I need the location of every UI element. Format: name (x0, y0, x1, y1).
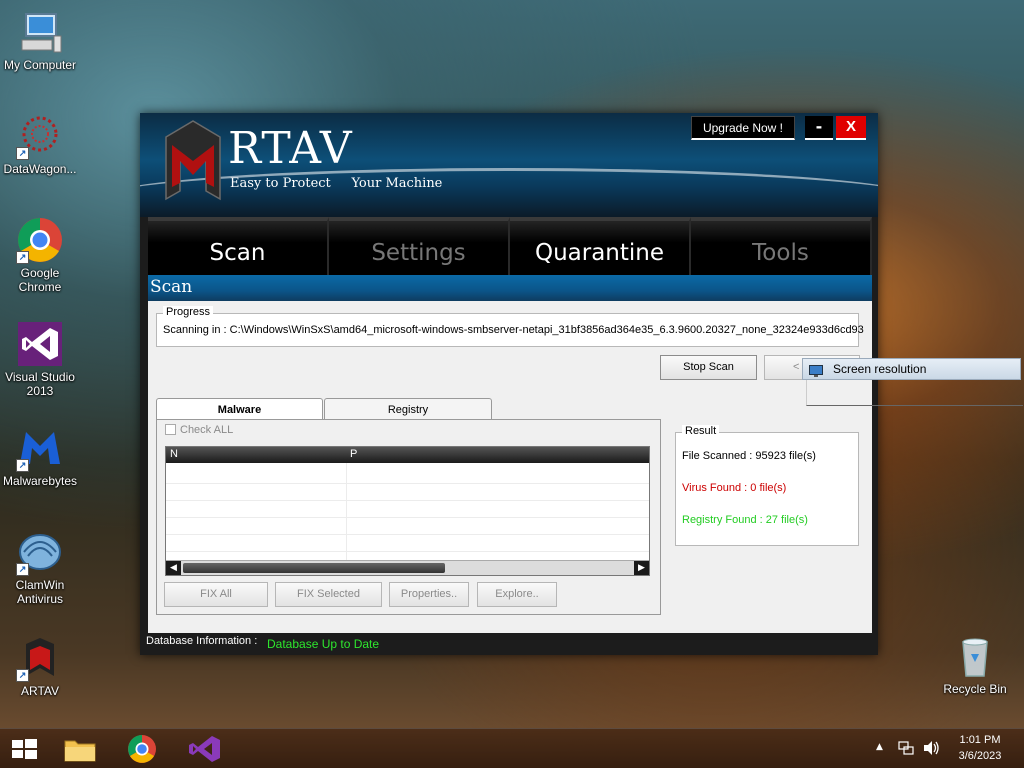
list-gridline (166, 534, 649, 535)
artav-logo-icon (162, 117, 224, 205)
brand-tagline: Easy to Protect Your Machine (230, 176, 443, 191)
clamwin-icon: ↗ (16, 528, 64, 576)
tab-tools[interactable]: Tools (691, 217, 872, 275)
volume-icon[interactable] (922, 740, 940, 760)
tab-registry[interactable]: Registry (324, 398, 492, 420)
malwarebytes-icon: ↗ (16, 424, 64, 472)
checkbox-icon (165, 424, 176, 435)
clock-date[interactable]: 3/6/2023 (950, 750, 1010, 762)
folder-icon (64, 740, 96, 762)
upgrade-now-button[interactable]: Upgrade Now ! (691, 116, 795, 140)
database-info-label: Database Information : (146, 635, 258, 647)
chrome-icon (128, 735, 156, 763)
horizontal-scrollbar[interactable]: ◀ ▶ (166, 560, 649, 575)
shortcut-arrow-icon: ↗ (16, 147, 29, 160)
artav-icon: ↗ (16, 634, 64, 682)
column-header-path[interactable]: P (350, 448, 357, 460)
properties-button[interactable]: Properties.. (389, 582, 469, 607)
desktop-icon-label: Recycle Bin (943, 682, 1007, 696)
desktop-icon-label: Google Chrome (18, 266, 62, 294)
column-divider (346, 463, 347, 561)
scrollbar-thumb[interactable] (183, 563, 445, 573)
taskbar-visual-studio[interactable] (184, 733, 224, 765)
malware-list[interactable]: N P ◀ ▶ (165, 446, 650, 576)
desktop-icon-clamwin[interactable]: ↗ ClamWin Antivirus (0, 528, 80, 606)
recycle-bin-icon (951, 632, 999, 680)
desktop-icon-label: Malwarebytes (2, 474, 78, 488)
desktop-icon-malwarebytes[interactable]: ↗ Malwarebytes (0, 424, 80, 488)
shortcut-arrow-icon: ↗ (16, 459, 29, 472)
malware-panel: Check ALL N P ◀ ▶ FIX All FIX Selected P… (156, 419, 661, 615)
datawagon-icon: ↗ (16, 112, 64, 160)
explore-button[interactable]: Explore.. (477, 582, 557, 607)
artav-window: RTAV Easy to Protect Your Machine Upgrad… (140, 113, 878, 655)
desktop-icon-recycle-bin[interactable]: Recycle Bin (935, 632, 1015, 696)
list-gridline (166, 483, 649, 484)
desktop-icon-label: My Computer (3, 58, 77, 72)
database-status-value: Database Up to Date (267, 637, 380, 651)
desktop-icon-datawagon[interactable]: ↗ DataWagon... (0, 112, 80, 176)
desktop-icon-google-chrome[interactable]: ↗ Google Chrome (0, 216, 80, 294)
desktop-icon-visual-studio[interactable]: Visual Studio 2013 (0, 320, 80, 398)
scanning-path-text: Scanning in : C:\Windows\WinSxS\amd64_mi… (163, 324, 864, 336)
desktop-icon-my-computer[interactable]: My Computer (0, 8, 80, 72)
app-header: RTAV Easy to Protect Your Machine Upgrad… (140, 113, 878, 217)
taskbar: ▲ 1:01 PM 3/6/2023 (0, 728, 1024, 768)
clock-time[interactable]: 1:01 PM (950, 734, 1010, 746)
check-all-checkbox[interactable]: Check ALL (165, 424, 233, 436)
taskbar-chrome[interactable] (122, 733, 162, 765)
registry-found-text: Registry Found : 27 file(s) (682, 514, 808, 526)
tooltip-outline (806, 380, 1023, 406)
result-tabs: Malware Registry (156, 398, 661, 421)
fix-selected-button[interactable]: FIX Selected (275, 582, 382, 607)
windows-logo-icon (12, 739, 37, 759)
scroll-right-icon[interactable]: ▶ (634, 561, 649, 575)
section-title: Scan (148, 275, 872, 301)
stop-scan-button[interactable]: Stop Scan (660, 355, 757, 380)
check-all-label: Check ALL (180, 424, 234, 436)
chrome-icon: ↗ (16, 216, 64, 264)
list-gridline (166, 551, 649, 552)
list-gridline (166, 500, 649, 501)
tab-malware[interactable]: Malware (156, 398, 323, 421)
list-header: N P (166, 447, 649, 463)
tooltip-label: Screen resolution (833, 362, 927, 376)
progress-group: Progress Scanning in : C:\Windows\WinSxS… (156, 306, 864, 347)
fix-all-button[interactable]: FIX All (164, 582, 268, 607)
shortcut-arrow-icon: ↗ (16, 251, 29, 264)
visual-studio-icon (189, 736, 220, 762)
virus-found-text: Virus Found : 0 file(s) (682, 482, 787, 494)
main-nav: Scan Settings Quarantine Tools (148, 217, 872, 275)
scroll-left-icon[interactable]: ◀ (166, 561, 181, 575)
list-gridline (166, 517, 649, 518)
tab-scan[interactable]: Scan (148, 217, 329, 275)
progress-legend: Progress (163, 306, 214, 318)
shortcut-arrow-icon: ↗ (16, 563, 29, 576)
tray-overflow-icon[interactable]: ▲ (876, 742, 883, 752)
files-scanned-text: File Scanned : 95923 file(s) (682, 450, 816, 462)
desktop-icon-label: ClamWin Antivirus (15, 578, 65, 606)
status-bar: Database Information : Database Up to Da… (140, 633, 878, 655)
visual-studio-icon (16, 320, 64, 368)
brand-title: RTAV (228, 123, 353, 174)
tab-quarantine[interactable]: Quarantine (510, 217, 691, 275)
result-group: Result File Scanned : 95923 file(s) Viru… (675, 425, 859, 546)
computer-icon (16, 8, 64, 56)
desktop-icon-artav[interactable]: ↗ ARTAV (0, 634, 80, 698)
tab-settings[interactable]: Settings (329, 217, 510, 275)
scan-content: Progress Scanning in : C:\Windows\WinSxS… (148, 301, 872, 633)
desktop-icon-label: Visual Studio 2013 (5, 370, 75, 398)
taskbar-file-explorer[interactable] (60, 733, 100, 765)
network-icon[interactable] (898, 740, 914, 760)
desktop-icon-label: ARTAV (20, 684, 59, 698)
shortcut-arrow-icon: ↗ (16, 669, 29, 682)
result-legend: Result (682, 425, 720, 437)
screen-resolution-tooltip[interactable]: Screen resolution (802, 358, 1021, 380)
minimize-button[interactable]: - (805, 116, 833, 140)
start-button[interactable] (4, 733, 44, 765)
close-button[interactable]: X (836, 116, 866, 140)
column-header-name[interactable]: N (170, 448, 178, 460)
desktop-icon-label: DataWagon... (3, 162, 77, 176)
